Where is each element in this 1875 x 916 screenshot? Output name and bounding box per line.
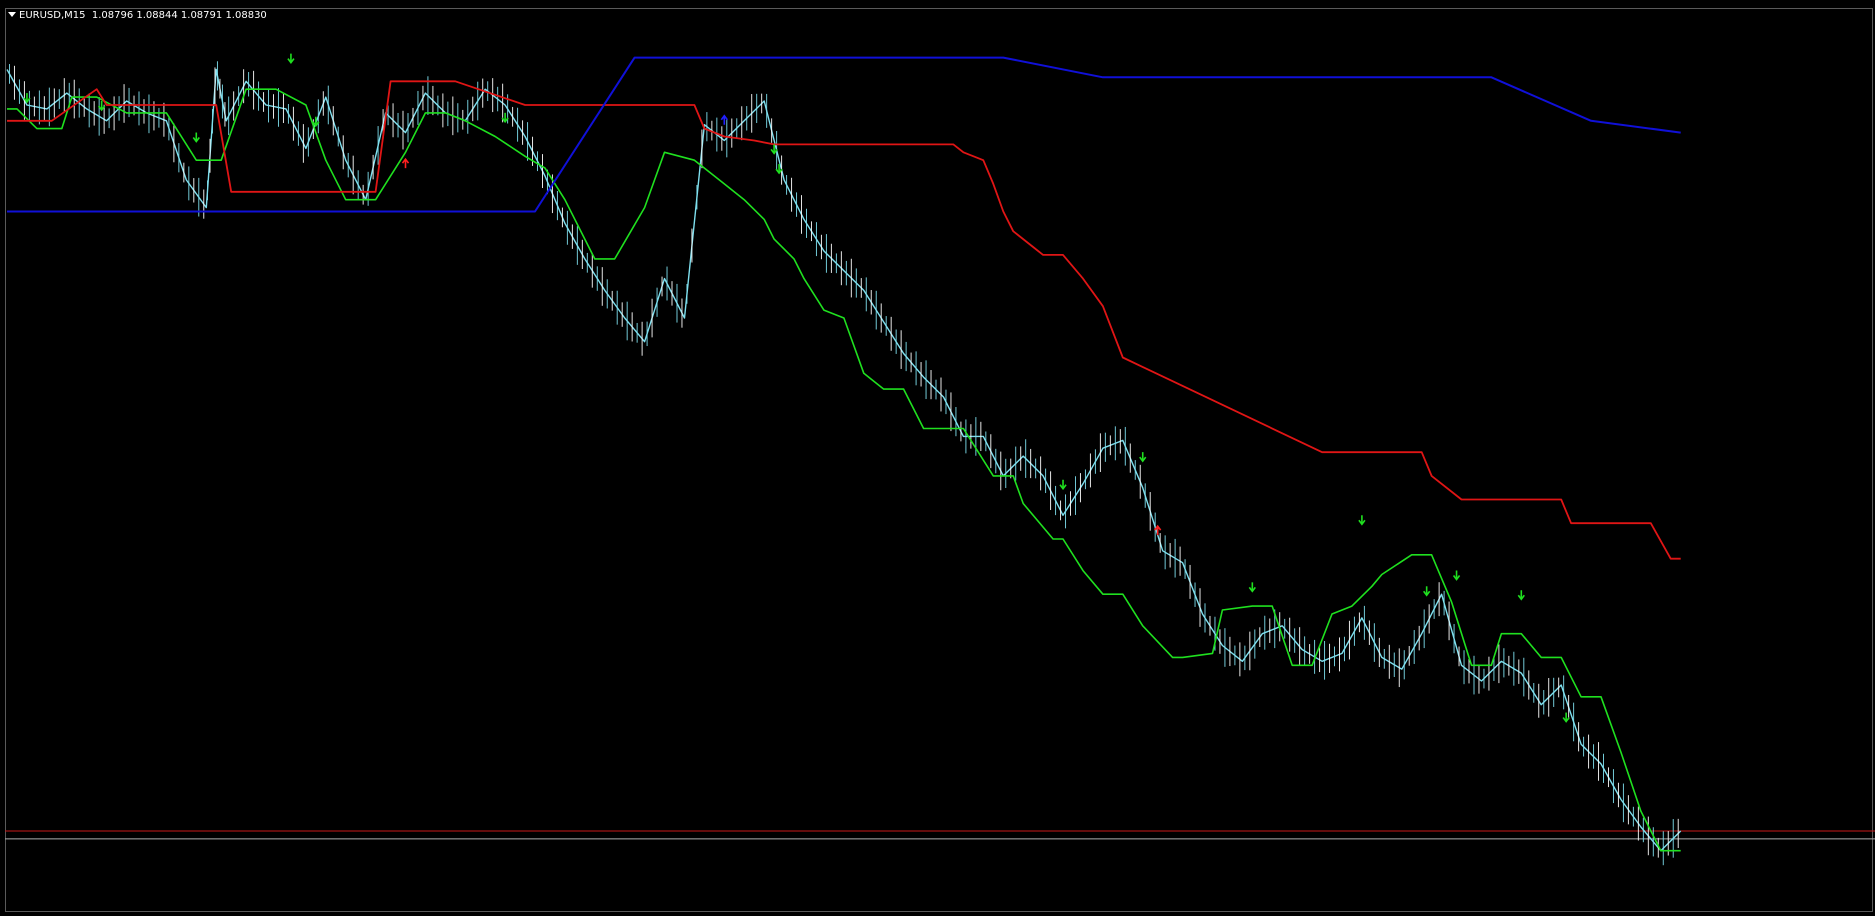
price-chart-plot[interactable] bbox=[0, 0, 1875, 916]
ohlc-values: 1.08796 1.08844 1.08791 1.08830 bbox=[91, 10, 267, 21]
symbol-ohlc-label[interactable]: EURUSD,M15 1.08796 1.08844 1.08791 1.088… bbox=[8, 10, 267, 21]
up-arrow-icon bbox=[1139, 452, 1147, 463]
up-arrow-icon bbox=[1517, 590, 1525, 601]
price-series-line bbox=[6, 68, 1682, 852]
up-arrow-icon bbox=[1423, 586, 1431, 597]
blue-line-series-line bbox=[7, 56, 1681, 213]
up-arrow-icon bbox=[192, 132, 200, 143]
collapse-triangle-icon[interactable] bbox=[8, 12, 16, 17]
up-arrow-icon bbox=[1452, 570, 1461, 581]
symbol-name: EURUSD,M15 bbox=[19, 10, 86, 21]
chart-window[interactable]: EURUSD,M15 1.08796 1.08844 1.08791 1.088… bbox=[0, 0, 1875, 916]
up-arrow-icon bbox=[1248, 582, 1256, 593]
up-arrow-icon bbox=[1059, 479, 1067, 491]
up-arrow-icon bbox=[1358, 515, 1366, 526]
time-axis bbox=[0, 910, 1875, 916]
up-arrow-icon bbox=[287, 53, 295, 64]
down-arrow-icon bbox=[401, 157, 410, 169]
